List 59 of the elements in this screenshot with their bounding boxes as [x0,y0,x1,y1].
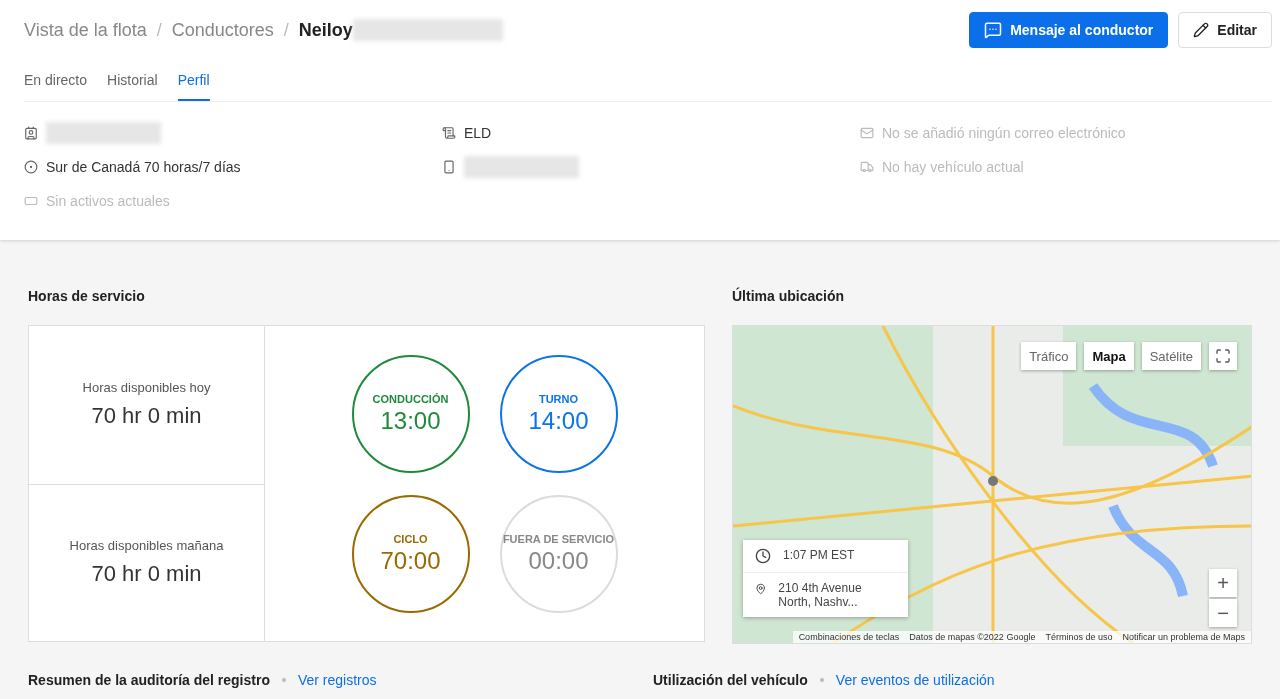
available-value: 70 hr 0 min [91,403,202,430]
truck-icon [860,159,874,174]
location-time: 1:07 PM EST [783,548,855,562]
section-title: Última ubicación [732,288,846,304]
view-link[interactable]: Ver registros [297,672,377,688]
phone-icon [442,159,456,174]
clock-time: 14:00 [528,406,589,435]
clock-time: 13:00 [380,406,441,435]
fullscreen-button[interactable] [1209,342,1237,370]
map[interactable]: Tráfico Mapa Satélite + − 1:07 PM EST 210 4th Avenue North, Nashv... Combinaciones de teclas Datos de mapas ©2022 Google Términos de uso Notificar un problema de Maps [732,325,1252,644]
clock-time: 70:00 [380,546,441,575]
separator-dot [281,678,286,682]
message-driver-button[interactable]: Mensaje al conductor [969,12,1169,48]
detail-text: Sur de Canadá 70 horas/7 días [46,158,241,175]
tab[interactable]: En directo [24,60,88,101]
map-type-tab[interactable]: Mapa [1084,342,1134,370]
zoom-in-button[interactable]: + [1209,569,1237,597]
section-title: Horas de servicio [28,288,146,304]
map-attribution-link[interactable]: Datos de mapas ©2022 Google [909,632,1036,642]
location-address: 210 4th Avenue North, Nashv... [778,581,863,609]
clock-label: FUERA DE SERVICIO [502,532,615,545]
breadcrumb-separator: / [156,19,162,41]
circle-dot-icon [24,159,38,174]
detail-text: Sin activos actuales [46,192,170,209]
map-attribution-link[interactable]: Términos de uso [1045,632,1113,642]
clock-time: 00:00 [528,546,589,575]
contact-card-icon [24,125,38,140]
edit-button[interactable]: Editar [1178,12,1272,48]
map-attribution-link[interactable]: Combinaciones de teclas [798,632,900,642]
tab[interactable]: Perfil [177,60,210,101]
breadcrumb-separator: / [283,19,289,41]
map-type-tab[interactable]: Tráfico [1021,342,1077,370]
driver-name: Neiloy [298,19,353,41]
section-title: Utilización del vehículo [653,672,808,688]
pencil-icon [1193,22,1210,38]
clock-label: TURNO [538,392,579,405]
available-label: Horas disponibles mañana [69,538,224,554]
map-type-tab[interactable]: Satélite [1141,342,1201,370]
tab[interactable]: Historial [107,60,158,101]
fullscreen-icon [1215,347,1231,365]
breadcrumb-link[interactable]: Vista de la flota [24,19,147,41]
breadcrumb-link[interactable]: Conductores [171,19,274,41]
available-value: 70 hr 0 min [91,561,202,588]
detail-text: ELD [464,124,492,141]
separator-dot [819,678,824,682]
view-link[interactable]: Ver eventos de utilización [835,672,995,688]
clock-icon [755,548,771,564]
map-pin-icon [755,581,767,597]
detail-text: No hay vehículo actual [882,158,1024,175]
detail-text: No se añadió ningún correo electrónico [882,124,1126,141]
available-label: Horas disponibles hoy [82,380,211,396]
clock-label: CICLO [393,532,428,545]
map-attribution-link[interactable]: Notificar un problema de Maps [1122,632,1245,642]
chat-icon [984,21,1003,39]
section-title: Resumen de la auditoría del registro [28,672,270,688]
clock-label: CONDUCCIÓN [372,392,449,405]
zoom-out-button[interactable]: − [1209,599,1237,627]
mail-icon [860,125,874,140]
document-icon [442,125,456,140]
